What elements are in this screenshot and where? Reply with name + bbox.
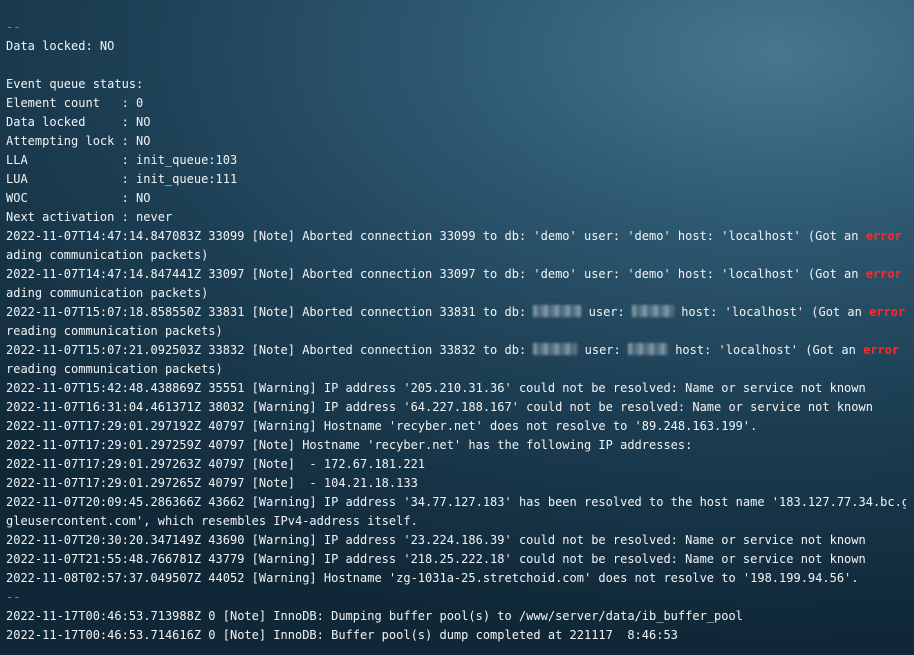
redacted-db-name — [533, 343, 578, 355]
separator-line: -- — [6, 590, 21, 604]
log-line: Data locked: NO — [6, 39, 115, 53]
log-text: 2022-11-07T15:07:18.858550Z 33831 [Note]… — [6, 305, 534, 319]
log-text: re — [902, 229, 906, 243]
error-keyword: error — [865, 229, 902, 243]
log-text: 2022-11-07T14:47:14.847083Z 33099 [Note]… — [6, 229, 866, 243]
log-text: host: 'localhost' (Got an — [673, 305, 870, 319]
log-line: ading communication packets) — [6, 286, 209, 300]
log-line: 2022-11-07T15:07:21.092503Z 33832 [Note]… — [6, 341, 906, 360]
log-line: 2022-11-07T20:30:20.347149Z 43690 [Warni… — [6, 533, 866, 547]
log-line: ading communication packets) — [6, 248, 209, 262]
error-keyword: error — [863, 343, 900, 357]
terminal-output[interactable]: -- Data locked: NO Event queue status: E… — [6, 18, 906, 645]
log-line: reading communication packets) — [6, 324, 223, 338]
error-keyword: error — [865, 267, 902, 281]
log-line: 2022-11-07T17:29:01.297192Z 40797 [Warni… — [6, 419, 758, 433]
log-line: 2022-11-17T00:46:53.713988Z 0 [Note] Inn… — [6, 609, 743, 623]
log-line: 2022-11-07T17:29:01.297263Z 40797 [Note]… — [6, 457, 426, 471]
log-line: LUA : init_queue:111 — [6, 172, 238, 186]
separator-line: -- — [6, 20, 21, 34]
log-text: 2022-11-07T14:47:14.847441Z 33097 [Note]… — [6, 267, 866, 281]
log-line: 2022-11-07T15:07:18.858550Z 33831 [Note]… — [6, 303, 906, 322]
log-line: 2022-11-07T17:29:01.297259Z 40797 [Note]… — [6, 438, 693, 452]
log-line: 2022-11-07T14:47:14.847441Z 33097 [Note]… — [6, 265, 906, 284]
log-line: 2022-11-07T20:09:45.286366Z 43662 [Warni… — [6, 495, 906, 509]
log-line: 2022-11-07T16:31:04.461371Z 38032 [Warni… — [6, 400, 873, 414]
redacted-user-name — [627, 343, 668, 355]
log-line: Event queue status: — [6, 77, 144, 91]
log-text: user: — [577, 343, 628, 357]
redacted-user-name — [631, 305, 674, 317]
error-keyword: error — [869, 305, 906, 319]
log-line: gleusercontent.com', which resembles IPv… — [6, 514, 418, 528]
log-line: 2022-11-07T15:42:48.438869Z 35551 [Warni… — [6, 381, 866, 395]
log-line: 2022-11-08T02:57:37.049507Z 44052 [Warni… — [6, 571, 859, 585]
redacted-db-name — [533, 305, 582, 317]
log-line: WOC : NO — [6, 191, 151, 205]
log-line: Next activation : never — [6, 210, 173, 224]
log-line: 2022-11-17T00:46:53.714616Z 0 [Note] Inn… — [6, 628, 678, 642]
log-line: Data locked : NO — [6, 115, 151, 129]
log-line: Element count : 0 — [6, 96, 144, 110]
log-line: LLA : init_queue:103 — [6, 153, 238, 167]
log-line: 2022-11-07T21:55:48.766781Z 43779 [Warni… — [6, 552, 866, 566]
log-line: Attempting lock : NO — [6, 134, 151, 148]
log-text: host: 'localhost' (Got an — [667, 343, 864, 357]
log-line: reading communication packets) — [6, 362, 223, 376]
log-text: re — [902, 267, 906, 281]
log-text: user: — [581, 305, 632, 319]
log-line: 2022-11-07T14:47:14.847083Z 33099 [Note]… — [6, 227, 906, 246]
log-line: 2022-11-07T17:29:01.297265Z 40797 [Note]… — [6, 476, 418, 490]
log-text: 2022-11-07T15:07:21.092503Z 33832 [Note]… — [6, 343, 534, 357]
